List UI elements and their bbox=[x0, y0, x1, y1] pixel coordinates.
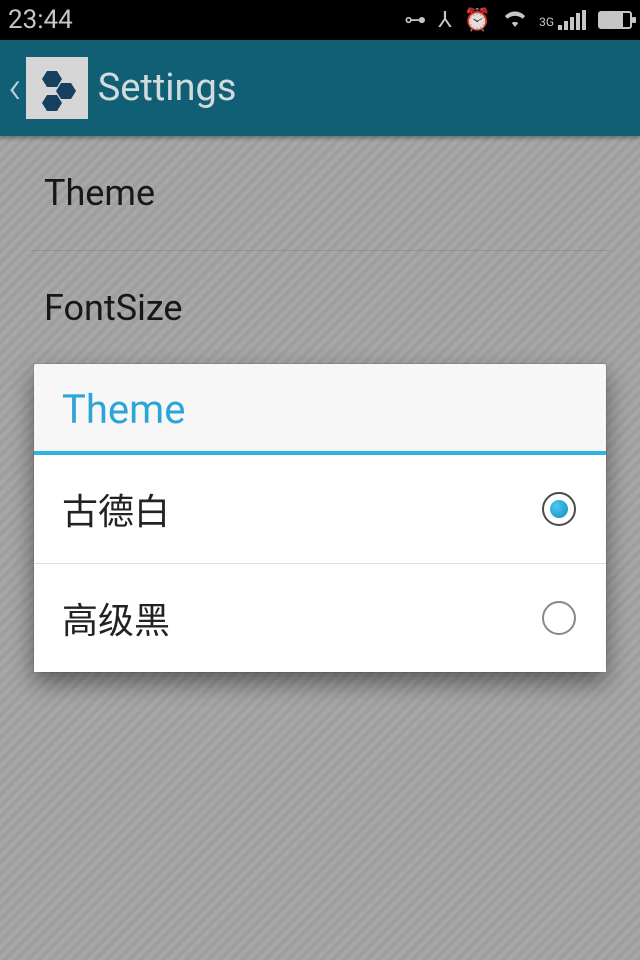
status-icons: ⊶ ⅄ ⏰ 3G bbox=[404, 7, 632, 33]
radio-icon[interactable] bbox=[542, 492, 576, 526]
theme-option-label: 古德白 bbox=[62, 483, 170, 535]
status-clock: 23:44 bbox=[8, 5, 73, 35]
action-bar[interactable]: ‹ Settings bbox=[0, 40, 640, 136]
back-icon[interactable]: ‹ bbox=[6, 61, 24, 115]
alarm-icon: ⏰ bbox=[464, 8, 491, 33]
wifi-icon bbox=[503, 7, 527, 33]
theme-option[interactable]: 古德白 bbox=[34, 455, 606, 564]
share-icon: ⅄ bbox=[438, 8, 451, 33]
signal-bars-icon bbox=[558, 10, 586, 30]
signal-icon: 3G bbox=[539, 10, 586, 30]
network-label: 3G bbox=[539, 16, 554, 28]
theme-option-label: 高级黑 bbox=[62, 592, 170, 644]
app-logo-icon[interactable] bbox=[26, 57, 88, 119]
battery-icon bbox=[598, 11, 632, 29]
radio-icon[interactable] bbox=[542, 601, 576, 635]
status-bar: 23:44 ⊶ ⅄ ⏰ 3G bbox=[0, 0, 640, 40]
page-title: Settings bbox=[98, 66, 237, 110]
dialog-title: Theme bbox=[34, 364, 606, 451]
theme-dialog: Theme 古德白 高级黑 bbox=[34, 364, 606, 672]
usb-icon: ⊶ bbox=[404, 8, 426, 33]
theme-option[interactable]: 高级黑 bbox=[34, 564, 606, 672]
